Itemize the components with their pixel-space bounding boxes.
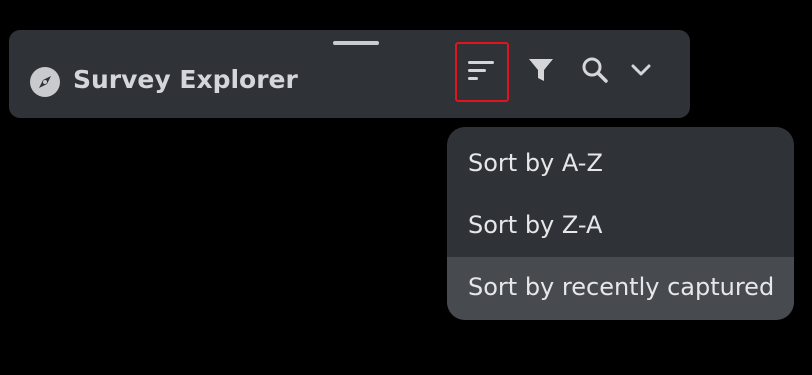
drag-handle[interactable] <box>333 41 379 45</box>
chevron-down-icon <box>630 62 652 82</box>
filter-button[interactable] <box>525 54 557 90</box>
sort-menu: Sort by A-Z Sort by Z-A Sort by recently… <box>447 127 794 320</box>
menu-item-sort-z-a[interactable]: Sort by Z-A <box>447 195 794 256</box>
search-icon <box>581 56 609 88</box>
search-button[interactable] <box>579 54 611 90</box>
compass-icon <box>29 66 61 98</box>
filter-icon <box>528 57 554 87</box>
sort-button[interactable] <box>455 42 509 102</box>
more-button[interactable] <box>625 54 657 90</box>
menu-item-sort-recently-captured[interactable]: Sort by recently captured <box>447 257 794 320</box>
sort-icon <box>468 59 496 85</box>
toolbar-panel: Survey Explorer <box>9 30 690 118</box>
app-title: Survey Explorer <box>73 65 298 94</box>
menu-item-sort-a-z[interactable]: Sort by A-Z <box>447 133 794 194</box>
